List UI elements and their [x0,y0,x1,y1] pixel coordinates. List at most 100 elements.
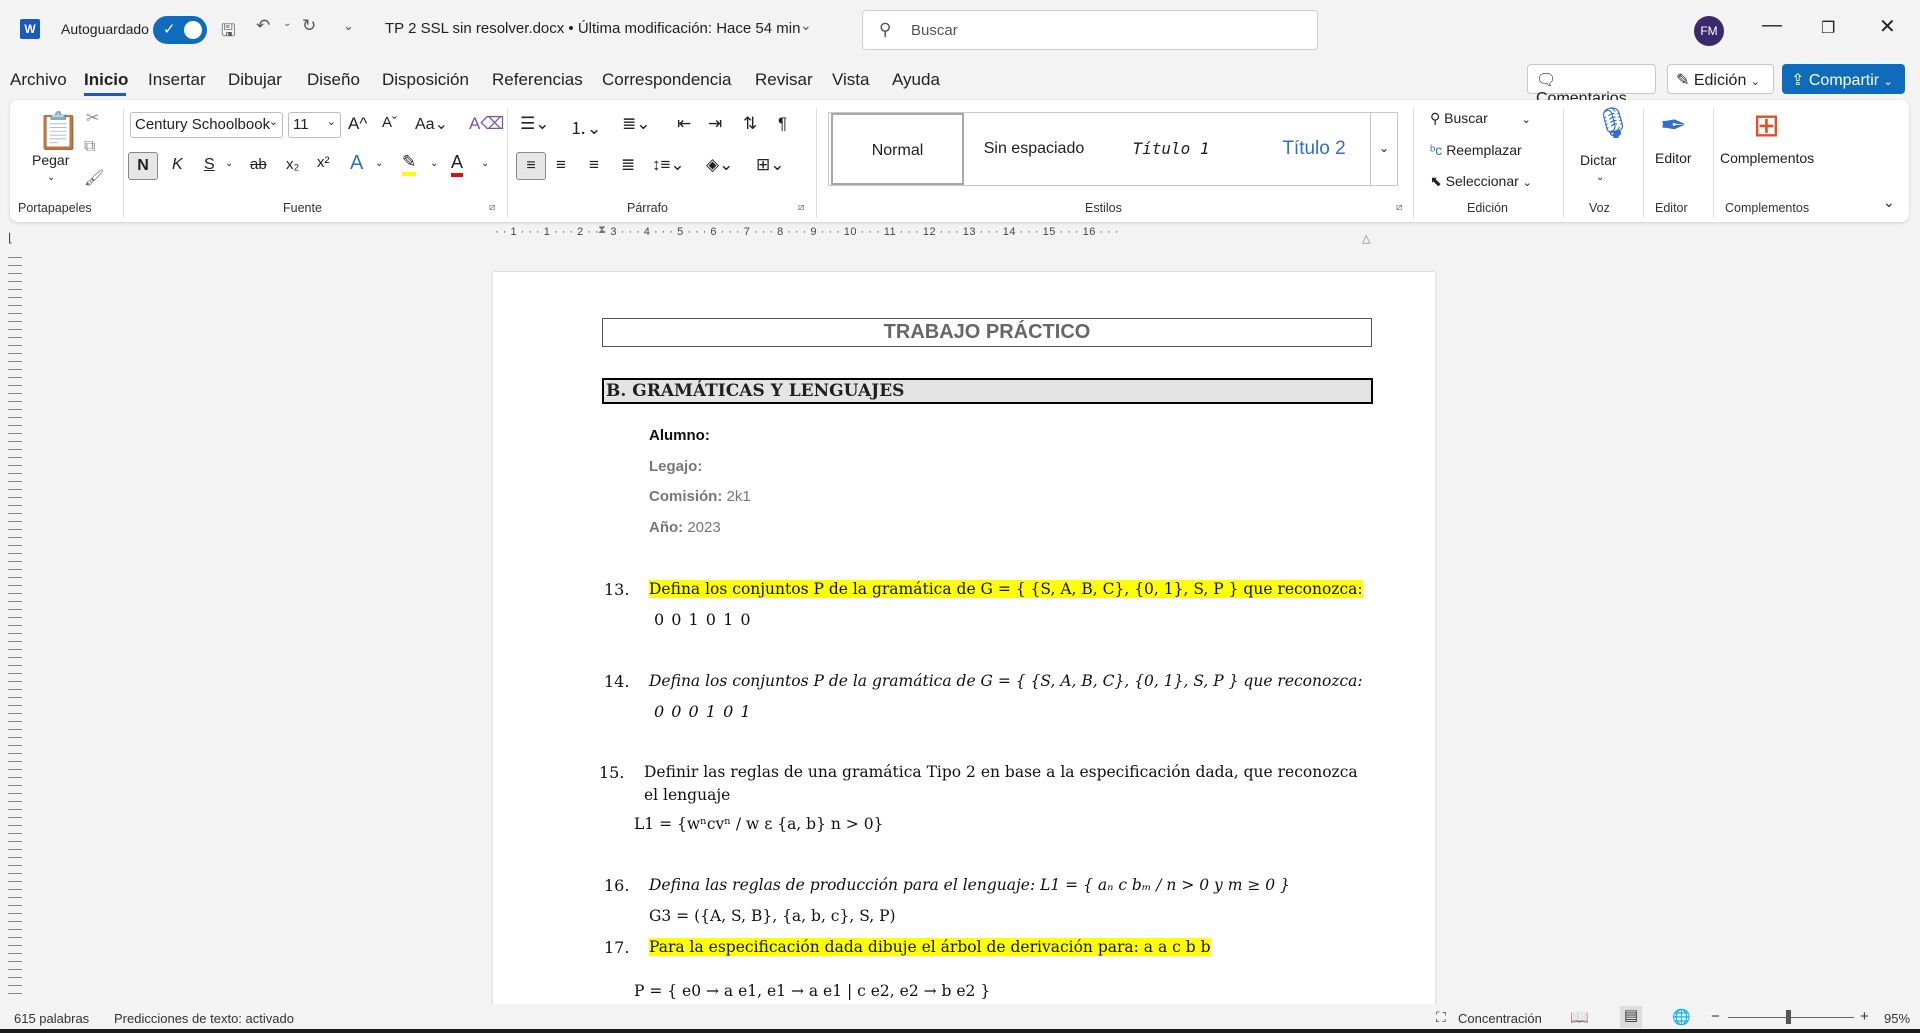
close-icon[interactable]: ✕ [1879,14,1896,39]
text-effects-icon[interactable]: A [350,152,363,175]
borders-icon[interactable]: ⊞⌄ [756,155,785,175]
paragraph-dialog-launcher-icon[interactable]: ⧄ [798,202,804,213]
find-button[interactable]: ⚲ Buscar ⌄ [1430,110,1531,127]
menu-correspondencia[interactable]: Correspondencia [602,70,731,90]
styles-dialog-launcher-icon[interactable]: ⧄ [1396,202,1402,213]
chevron-down-icon[interactable]: ⌄ [481,158,489,169]
show-formatting-icon[interactable]: ¶ [778,114,787,134]
print-layout-icon[interactable]: ▤ [1620,1006,1642,1028]
addins-icon[interactable]: ⊞ [1753,106,1780,144]
right-indent-marker[interactable]: △ [1362,232,1370,245]
zoom-slider-handle[interactable] [1786,1010,1791,1024]
sort-icon[interactable]: ⇅ [743,114,757,134]
replace-button[interactable]: ᵇc Reemplazar [1430,142,1522,158]
undo-dropdown-icon[interactable]: ⌄ [283,18,291,29]
decrease-indent-icon[interactable]: ⇤ [677,114,691,134]
dictate-button[interactable]: Dictar [1580,152,1617,168]
web-layout-icon[interactable]: 🌐 [1672,1008,1691,1026]
chevron-down-icon[interactable]: ⌄ [430,158,438,169]
horizontal-ruler[interactable]: · · 1 · · · 1 · · · 2 · · · 3 · · · 4 · … [495,226,1435,242]
document-title[interactable]: TP 2 SSL sin resolver.docx • Última modi… [385,20,800,37]
save-icon[interactable]: 🖫 [221,18,235,47]
document-page[interactable]: TRABAJO PRÁCTICO B. GRAMÁTICAS Y LENGUAJ… [493,272,1435,1012]
cut-icon[interactable]: ✂ [86,108,99,128]
menu-insertar[interactable]: Insertar [148,70,206,90]
shrink-font-icon[interactable]: Aˇ [382,114,397,131]
menu-archivo[interactable]: Archivo [10,70,67,90]
style-no-spacing[interactable]: Sin espaciado [969,113,1099,185]
editing-mode-button[interactable]: ✎ Edición ⌄ [1667,64,1774,94]
search-box[interactable]: ⚲ Buscar [862,10,1318,50]
focus-icon[interactable]: ⛶ [1436,1009,1446,1026]
read-mode-icon[interactable]: 📖 [1570,1008,1589,1026]
align-left-icon[interactable]: ≡ [516,152,546,180]
chevron-down-icon[interactable]: ⌄ [225,158,233,169]
menu-inicio[interactable]: Inicio [84,70,128,90]
word-count[interactable]: 615 palabras [14,1011,89,1026]
clear-formatting-icon[interactable]: A⌫ [469,114,504,134]
styles-more-icon[interactable]: ⌄ [1370,112,1398,186]
undo-icon[interactable]: ↶ [256,16,270,36]
highlight-icon[interactable]: ✎ [402,152,417,176]
grow-font-icon[interactable]: A^ [348,114,367,134]
multilevel-list-icon[interactable]: ≣⌄ [622,114,651,134]
chevron-down-icon[interactable]: ⌄ [1596,172,1604,183]
font-size-select[interactable]: 11 ⌄ [288,112,341,138]
increase-indent-icon[interactable]: ⇥ [708,114,722,134]
zoom-level[interactable]: 95% [1884,1011,1910,1026]
bold-button[interactable]: N [128,152,158,180]
select-button[interactable]: ⬉ Seleccionar ⌄ [1430,173,1532,190]
menu-vista[interactable]: Vista [832,70,870,90]
style-heading-1[interactable]: Título 1 [1101,113,1241,185]
italic-button[interactable]: K [172,156,183,174]
paste-button[interactable]: Pegar [32,152,69,168]
avatar[interactable]: FM [1694,16,1724,46]
chevron-down-icon[interactable]: ⌄ [375,158,383,169]
menu-ayuda[interactable]: Ayuda [892,70,940,90]
customize-quick-access-icon[interactable]: ⌄ [343,18,354,34]
align-center-icon[interactable]: ≡ [556,155,566,175]
redo-icon[interactable]: ↻ [302,16,316,36]
left-indent-marker[interactable]: ⧗ [598,224,606,237]
menu-dibujar[interactable]: Dibujar [228,70,282,90]
comments-button[interactable]: 🗨 Comentarios [1527,64,1656,107]
bullets-icon[interactable]: ☰⌄ [520,114,549,134]
zoom-slider[interactable] [1728,1017,1854,1018]
strikethrough-icon[interactable]: ab [250,156,267,173]
font-name-select[interactable]: Century Schoolbook ⌄ [130,112,283,138]
style-heading-2[interactable]: Título 2 [1244,113,1384,185]
menu-revisar[interactable]: Revisar [755,70,813,90]
share-button[interactable]: ⇪ Compartir ⌄ [1782,64,1905,94]
line-spacing-icon[interactable]: ↕≡⌄ [652,155,685,175]
minimize-icon[interactable]: — [1762,14,1782,37]
zoom-out-icon[interactable]: − [1711,1008,1720,1025]
tab-selector-icon[interactable]: ⌊ [8,231,13,245]
editor-icon[interactable]: ✒ [1660,106,1687,144]
align-right-icon[interactable]: ≡ [589,155,599,175]
justify-icon[interactable]: ≣ [621,155,635,175]
editor-button[interactable]: Editor [1655,150,1692,166]
subscript-icon[interactable]: x₂ [286,156,299,173]
collapse-ribbon-icon[interactable]: ⌄ [1883,194,1895,211]
format-painter-icon[interactable]: 🖌 [84,168,104,188]
chevron-down-icon[interactable]: ⌄ [47,172,55,183]
text-predictions-status[interactable]: Predicciones de texto: activado [114,1011,294,1026]
numbering-icon[interactable]: ⒈⌄ [570,114,601,139]
addins-button[interactable]: Complementos [1720,150,1814,166]
menu-disposicion[interactable]: Disposición [382,70,469,90]
menu-referencias[interactable]: Referencias [492,70,583,90]
autosave-toggle[interactable]: ✓ [153,16,207,44]
paste-icon[interactable]: 📋 [36,110,81,152]
font-dialog-launcher-icon[interactable]: ⧄ [489,202,495,213]
restore-icon[interactable]: ❐ [1821,18,1835,38]
copy-icon[interactable]: ⧉ [84,138,95,156]
focus-mode-button[interactable]: Concentración [1458,1011,1542,1026]
shading-icon[interactable]: ◈⌄ [706,155,733,175]
style-normal[interactable]: Normal [831,113,964,185]
microphone-icon[interactable]: 🎙 [1594,106,1632,141]
menu-diseno[interactable]: Diseño [307,70,360,90]
superscript-icon[interactable]: x² [317,154,330,171]
underline-button[interactable]: S [204,156,215,174]
chevron-down-icon[interactable]: ⌄ [800,17,812,34]
change-case-icon[interactable]: Aa⌄ [415,114,448,134]
